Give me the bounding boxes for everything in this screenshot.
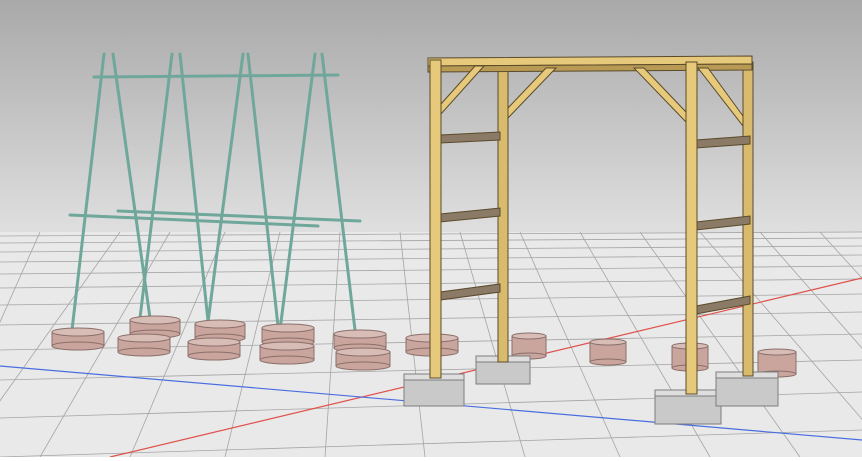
viewport-canvas[interactable]: [0, 0, 862, 458]
3d-viewport[interactable]: [0, 0, 862, 458]
footing[interactable]: [715, 371, 779, 407]
pot[interactable]: [335, 347, 391, 371]
pot[interactable]: [589, 338, 627, 366]
footing[interactable]: [403, 373, 465, 407]
footing[interactable]: [654, 389, 722, 425]
pot[interactable]: [51, 327, 105, 351]
pot[interactable]: [511, 332, 547, 360]
pot[interactable]: [117, 333, 171, 357]
pot[interactable]: [187, 337, 241, 361]
pot[interactable]: [259, 341, 315, 365]
